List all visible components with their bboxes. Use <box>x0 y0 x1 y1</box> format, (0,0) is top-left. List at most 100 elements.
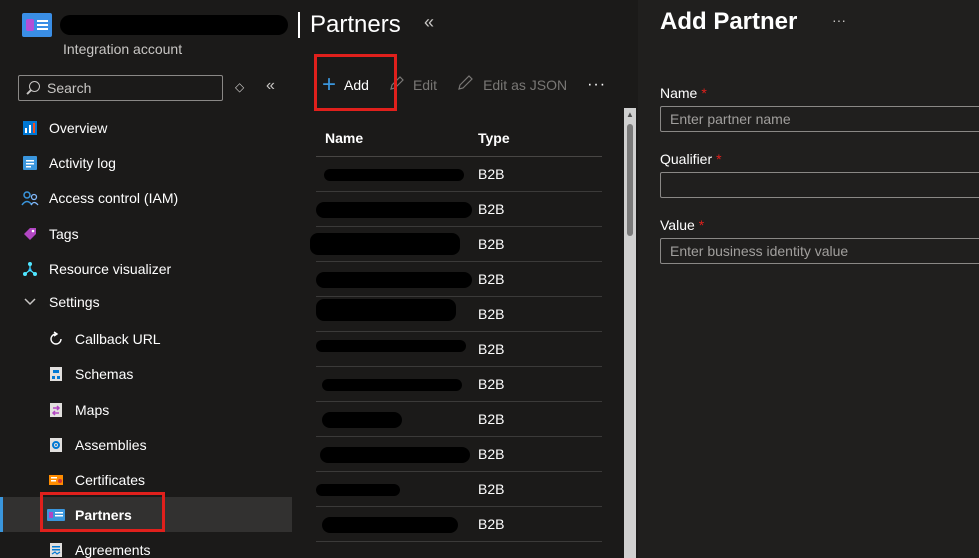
redacted-partner-name <box>310 227 478 262</box>
pencil-icon <box>457 73 475 97</box>
partner-type-cell: B2B <box>478 341 505 357</box>
nav-item-access-control[interactable]: Access control (IAM) <box>0 180 292 215</box>
partner-type-cell: B2B <box>478 201 505 217</box>
resource-menu: Partners Integration account ◇ « Overvie… <box>0 0 401 558</box>
nav-item-label: Tags <box>49 225 79 242</box>
menu-search-input[interactable] <box>47 80 217 96</box>
panel-title: Add Partner <box>660 8 798 35</box>
name-label-text: Name <box>660 85 698 101</box>
expand-collapse-icon[interactable]: ◇ <box>235 80 244 94</box>
scroll-thumb[interactable] <box>627 124 633 236</box>
collapse-menu-icon[interactable]: « <box>266 77 275 95</box>
nav-item-label: Access control (IAM) <box>49 189 179 206</box>
edit-as-json-label: Edit as JSON <box>483 77 568 93</box>
table-row[interactable]: B2B <box>316 157 602 192</box>
value-label: Value * <box>660 217 704 233</box>
table-row[interactable]: B2B <box>316 262 602 297</box>
table-row[interactable]: B2B <box>316 192 602 227</box>
add-highlight-box <box>314 54 397 111</box>
table-row[interactable]: B2B <box>316 367 602 402</box>
nav-item-schemas[interactable]: Schemas <box>0 356 292 391</box>
more-commands-icon[interactable]: ··· <box>587 76 606 94</box>
nav-item-overview[interactable]: Overview <box>0 110 292 145</box>
business-identity-value-input[interactable] <box>660 238 979 264</box>
collapse-blade-icon[interactable]: « <box>424 12 434 33</box>
name-label: Name * <box>660 85 707 101</box>
nav-item-resource-visualizer[interactable]: Resource visualizer <box>0 251 292 286</box>
value-label-text: Value <box>660 217 695 233</box>
partner-type-cell: B2B <box>478 306 505 322</box>
nav-item-label: Callback URL <box>75 330 161 347</box>
nav-group-settings[interactable]: Settings <box>0 284 292 319</box>
edit-button-label: Edit <box>412 77 438 93</box>
partners-grid: Name Type B2B B2B B2B B2B B2B B2B B2B B2… <box>310 120 602 542</box>
partner-type-cell: B2B <box>478 271 505 287</box>
column-header-name[interactable]: Name <box>316 130 478 146</box>
redacted-partner-name <box>316 262 478 297</box>
title-row: Partners <box>22 8 401 42</box>
overview-icon <box>21 119 39 137</box>
redacted-partner-name <box>316 297 478 332</box>
menu-search-box[interactable] <box>18 75 223 101</box>
table-row[interactable]: B2B <box>316 297 602 332</box>
nav-item-label: Resource visualizer <box>49 260 172 277</box>
nav-item-activity-log[interactable]: Activity log <box>0 145 292 180</box>
qualifier-label: Qualifier * <box>660 151 722 167</box>
partner-name-input[interactable] <box>660 106 979 132</box>
grid-scrollbar[interactable]: ▲ <box>624 108 636 558</box>
table-row[interactable]: B2B <box>316 472 602 507</box>
agreement-icon <box>47 541 65 558</box>
qualifier-input[interactable] <box>660 172 979 198</box>
nav-item-label: Settings <box>49 293 100 310</box>
nav-item-label: Overview <box>49 119 108 136</box>
nav-item-label: Certificates <box>75 471 146 488</box>
redacted-partner-name <box>316 472 478 507</box>
redacted-resource-name <box>60 15 288 35</box>
partner-type-cell: B2B <box>478 236 505 252</box>
required-asterisk: * <box>698 217 705 233</box>
redacted-partner-name <box>316 192 478 227</box>
nav-item-label: Maps <box>75 401 110 418</box>
redacted-partner-name <box>316 507 478 542</box>
table-row[interactable]: B2B <box>316 402 602 437</box>
partners-highlight-box <box>40 492 165 532</box>
partner-type-cell: B2B <box>478 166 505 182</box>
column-header-type[interactable]: Type <box>478 130 602 146</box>
nav-item-agreements[interactable]: Agreements <box>0 532 292 558</box>
nav-item-maps[interactable]: Maps <box>0 392 292 427</box>
add-partner-panel: Add Partner ··· Name* Qualifier* Value* <box>638 0 979 558</box>
resource-type-subtitle: Integration account <box>63 41 183 57</box>
partner-type-cell: B2B <box>478 376 505 392</box>
edit-as-json-button[interactable]: Edit as JSON <box>457 73 567 97</box>
redacted-partner-name <box>316 367 478 402</box>
table-row[interactable]: B2B <box>310 227 602 262</box>
table-row[interactable]: B2B <box>316 437 602 472</box>
redacted-partner-name <box>316 402 478 437</box>
nav-item-callback-url[interactable]: Callback URL <box>0 321 292 356</box>
more-options-icon[interactable]: ··· <box>832 12 846 28</box>
assembly-icon <box>47 436 65 454</box>
map-icon <box>47 401 65 419</box>
nav-item-assemblies[interactable]: Assemblies <box>0 427 292 462</box>
table-row[interactable]: B2B <box>316 332 602 367</box>
partner-type-cell: B2B <box>478 481 505 497</box>
nav-item-tags[interactable]: Tags <box>0 216 292 251</box>
people-icon <box>21 189 39 207</box>
redacted-partner-name <box>316 332 478 367</box>
table-row[interactable]: B2B <box>316 507 602 542</box>
qualifier-label-text: Qualifier <box>660 151 713 167</box>
nav-item-label: Schemas <box>75 365 134 382</box>
integration-account-icon <box>22 13 52 37</box>
nav-item-label: Assemblies <box>75 436 147 453</box>
grid-header: Name Type <box>316 120 602 157</box>
search-icon <box>25 80 41 96</box>
activity-log-icon <box>21 154 39 172</box>
scroll-up-arrow-icon[interactable]: ▲ <box>624 110 636 119</box>
page-title: Partners <box>310 11 401 38</box>
redacted-partner-name <box>316 157 478 192</box>
partner-type-cell: B2B <box>478 446 505 462</box>
redacted-partner-name <box>316 437 478 472</box>
title-separator <box>298 12 300 38</box>
partner-type-cell: B2B <box>478 516 505 532</box>
nav-item-label: Activity log <box>49 154 116 171</box>
